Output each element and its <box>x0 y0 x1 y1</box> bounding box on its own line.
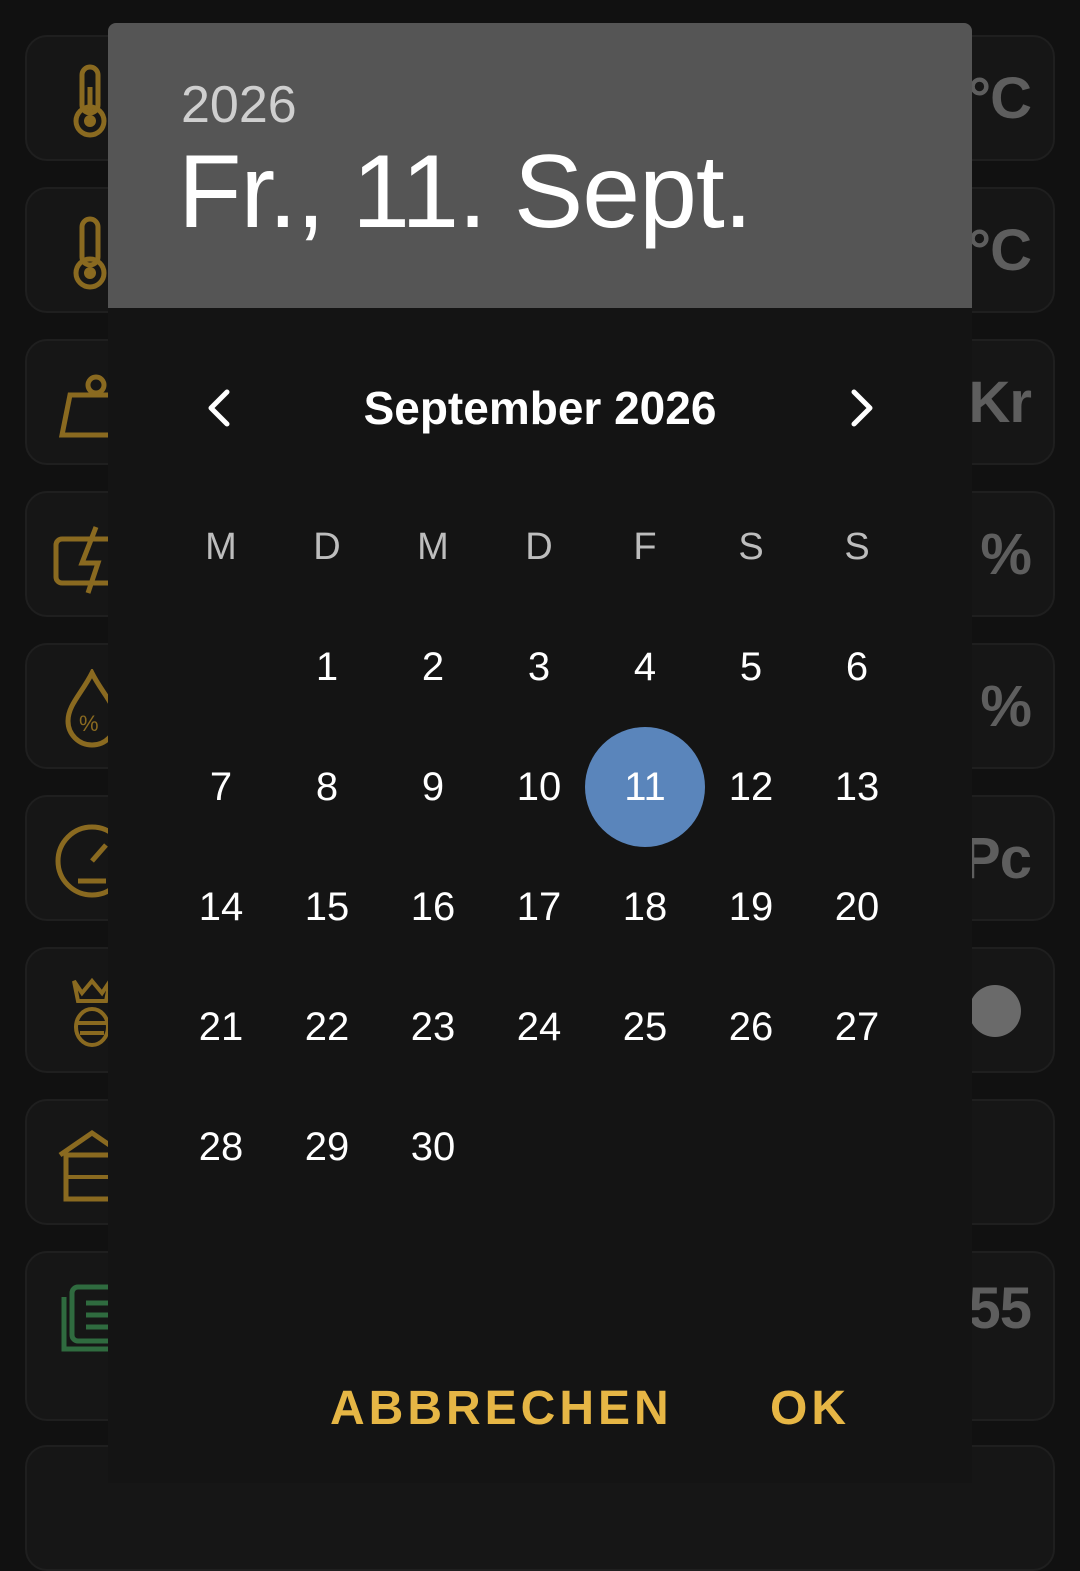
day-cell[interactable]: 15 <box>274 847 380 967</box>
day-number: 19 <box>728 884 774 929</box>
calendar-week-row: 28 29 30 <box>168 1087 912 1207</box>
dialog-header: 2026 Fr., 11. Sept. <box>108 23 972 308</box>
day-cell[interactable]: 8 <box>274 727 380 847</box>
day-number: 1 <box>315 644 339 689</box>
weekday-header-row: M D M D F S S <box>168 487 912 607</box>
day-number: 29 <box>304 1124 350 1169</box>
day-cell[interactable]: 6 <box>804 607 910 727</box>
day-number: 23 <box>410 1004 456 1049</box>
month-navigation: September 2026 <box>108 368 972 448</box>
day-number: 2 <box>421 644 445 689</box>
day-number: 16 <box>410 884 456 929</box>
day-cell[interactable]: 21 <box>168 967 274 1087</box>
ok-button[interactable]: OK <box>770 1373 850 1443</box>
day-number: 12 <box>728 764 774 809</box>
day-number: 5 <box>739 644 763 689</box>
day-number: 22 <box>304 1004 350 1049</box>
empty-day-cell <box>804 1087 910 1207</box>
day-cell[interactable]: 12 <box>698 727 804 847</box>
empty-day-cell <box>698 1087 804 1207</box>
calendar-week-row: 14 15 16 17 18 19 20 <box>168 847 912 967</box>
date-picker-dialog: 2026 Fr., 11. Sept. September 2026 M D M… <box>108 23 972 1483</box>
day-number: 25 <box>622 1004 668 1049</box>
unit-label: 55 <box>968 1275 1032 1341</box>
day-cell[interactable]: 26 <box>698 967 804 1087</box>
weekday-label: M <box>205 525 237 568</box>
header-year[interactable]: 2026 <box>181 75 297 135</box>
day-cell[interactable]: 22 <box>274 967 380 1087</box>
day-number: 17 <box>516 884 562 929</box>
chevron-right-icon <box>851 389 873 427</box>
empty-day-cell <box>168 607 274 727</box>
day-cell[interactable]: 5 <box>698 607 804 727</box>
day-number: 20 <box>834 884 880 929</box>
day-cell[interactable]: 20 <box>804 847 910 967</box>
day-number: 7 <box>209 764 233 809</box>
day-cell[interactable]: 7 <box>168 727 274 847</box>
unit-label: Kr <box>968 369 1032 435</box>
weekday-label: D <box>313 525 341 568</box>
day-cell[interactable]: 2 <box>380 607 486 727</box>
svg-text:%: % <box>79 711 99 736</box>
day-cell[interactable]: 16 <box>380 847 486 967</box>
weekday-label: D <box>525 525 553 568</box>
unit-label: % <box>980 673 1032 739</box>
weekday-label: S <box>738 525 764 568</box>
day-cell[interactable]: 19 <box>698 847 804 967</box>
day-cell[interactable]: 17 <box>486 847 592 967</box>
day-number: 15 <box>304 884 350 929</box>
unit-label: °C <box>967 217 1032 283</box>
calendar-week-row: 1 2 3 4 5 6 <box>168 607 912 727</box>
day-cell[interactable]: 4 <box>592 607 698 727</box>
day-number: 3 <box>527 644 551 689</box>
day-cell[interactable]: 10 <box>486 727 592 847</box>
day-number: 10 <box>516 764 562 809</box>
day-number: 30 <box>410 1124 456 1169</box>
day-cell[interactable]: 13 <box>804 727 910 847</box>
day-number: 13 <box>834 764 880 809</box>
empty-day-cell <box>486 1087 592 1207</box>
day-cell[interactable]: 28 <box>168 1087 274 1207</box>
day-cell[interactable]: 14 <box>168 847 274 967</box>
day-number: 9 <box>421 764 445 809</box>
day-number: 11 <box>624 764 666 809</box>
weekday-label: F <box>633 525 657 568</box>
next-month-button[interactable] <box>820 368 900 448</box>
header-selected-date[interactable]: Fr., 11. Sept. <box>178 133 753 252</box>
chevron-left-icon <box>208 389 230 427</box>
status-dot <box>969 985 1021 1037</box>
day-cell[interactable]: 30 <box>380 1087 486 1207</box>
day-cell[interactable]: 9 <box>380 727 486 847</box>
unit-label: Pc <box>962 825 1032 891</box>
day-cell[interactable]: 3 <box>486 607 592 727</box>
day-number: 28 <box>198 1124 244 1169</box>
unit-label: °C <box>967 65 1032 131</box>
day-number: 24 <box>516 1004 562 1049</box>
day-number: 21 <box>198 1004 244 1049</box>
calendar-week-row: 7 8 9 10 11 12 13 <box>168 727 912 847</box>
calendar-week-row: 21 22 23 24 25 26 27 <box>168 967 912 1087</box>
empty-day-cell <box>592 1087 698 1207</box>
day-number: 4 <box>633 644 657 689</box>
day-cell[interactable]: 29 <box>274 1087 380 1207</box>
day-cell[interactable]: 24 <box>486 967 592 1087</box>
day-number: 26 <box>728 1004 774 1049</box>
day-cell[interactable]: 27 <box>804 967 910 1087</box>
day-number: 8 <box>315 764 339 809</box>
day-number: 6 <box>845 644 869 689</box>
day-number: 27 <box>834 1004 880 1049</box>
day-cell[interactable]: 18 <box>592 847 698 967</box>
day-cell[interactable]: 23 <box>380 967 486 1087</box>
day-cell[interactable]: 1 <box>274 607 380 727</box>
day-cell[interactable]: 25 <box>592 967 698 1087</box>
weekday-label: S <box>844 525 870 568</box>
dialog-actions: ABBRECHEN OK <box>108 1373 972 1443</box>
day-number: 14 <box>198 884 244 929</box>
selected-day[interactable]: 11 <box>585 727 705 847</box>
previous-month-button[interactable] <box>181 368 261 448</box>
weekday-label: M <box>417 525 449 568</box>
cancel-button[interactable]: ABBRECHEN <box>330 1373 673 1443</box>
unit-label: % <box>980 521 1032 587</box>
day-number: 18 <box>622 884 668 929</box>
